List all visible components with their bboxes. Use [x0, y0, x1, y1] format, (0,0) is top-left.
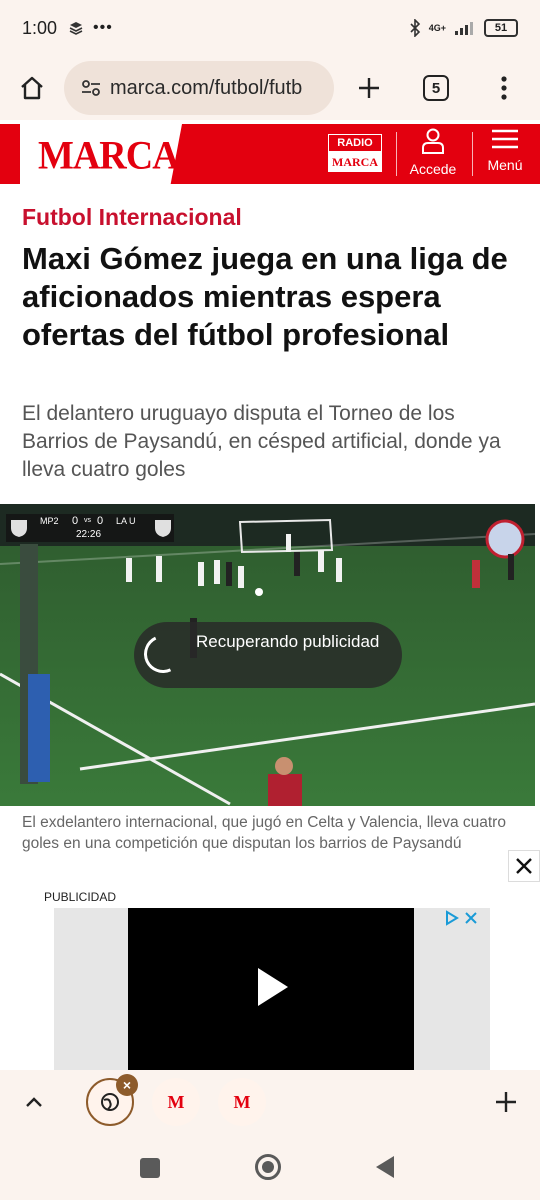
- adchoices[interactable]: [444, 910, 478, 926]
- hamburger-icon: [492, 129, 518, 149]
- login-label: Accede: [409, 161, 457, 177]
- radio-marca-label: MARCA: [328, 152, 382, 172]
- more-vert-icon: [501, 76, 507, 100]
- status-time: 1:00: [22, 17, 58, 38]
- spinner-icon: [138, 629, 188, 679]
- ad-close-icon[interactable]: [464, 911, 478, 925]
- tab-group-item[interactable]: M: [152, 1078, 200, 1126]
- new-tab-button[interactable]: [334, 56, 404, 120]
- match-clock: 22:26: [76, 529, 102, 540]
- radio-label: RADIO: [328, 134, 382, 152]
- article-headline: Maxi Gómez juega en una liga de aficiona…: [22, 241, 508, 352]
- close-icon: [516, 858, 532, 874]
- address-bar[interactable]: marca.com/futbol/futb: [64, 61, 334, 115]
- home-nav-button[interactable]: [255, 1154, 281, 1180]
- signal-icon: [455, 22, 473, 35]
- user-icon: [422, 128, 444, 154]
- plus-icon: [496, 1092, 516, 1112]
- browser-toolbar: marca.com/futbol/futb 5: [0, 56, 540, 120]
- login-button[interactable]: Accede: [400, 128, 466, 182]
- url-text: marca.com/futbol/futb: [110, 76, 303, 99]
- home-icon: [21, 76, 43, 100]
- video-player[interactable]: MP2 0 vs 0 LA U 22:26 Recuperando public…: [0, 504, 535, 806]
- tab-group-item[interactable]: M: [218, 1078, 266, 1126]
- more-notifications-icon: •••: [93, 19, 113, 36]
- adchoices-icon[interactable]: [444, 910, 460, 926]
- network-type: 4G+: [428, 22, 446, 33]
- site-header: MARCA RADIO MARCA Accede Menú: [0, 124, 540, 184]
- radio-marca-link[interactable]: RADIO MARCA: [328, 134, 382, 174]
- site-menu-button[interactable]: Menú: [476, 128, 534, 182]
- scoreboard: MP2 0 vs 0 LA U 22:26: [6, 514, 174, 542]
- system-nav-bar: [0, 1136, 540, 1200]
- plus-icon: [359, 78, 379, 98]
- browser-menu-button[interactable]: [468, 56, 540, 120]
- header-divider: [472, 132, 473, 176]
- away-team-name: LA U: [116, 516, 136, 526]
- home-score: 0: [72, 515, 79, 527]
- ad-loading-text: Recuperando publicidad: [196, 632, 380, 651]
- away-score: 0: [97, 515, 104, 527]
- ad-label: PUBLICIDAD: [44, 890, 117, 904]
- tab-strip: × M M: [0, 1070, 540, 1136]
- status-bar: 1:00 ••• 4G+ 51: [0, 0, 540, 56]
- collapse-tabs-button[interactable]: [14, 1082, 54, 1122]
- home-button[interactable]: [0, 56, 64, 120]
- play-icon[interactable]: [258, 968, 288, 1006]
- menu-label: Menú: [487, 157, 523, 173]
- home-team-name: MP2: [40, 516, 59, 526]
- marca-favicon: M: [233, 1091, 251, 1112]
- team-crest-icon: [11, 520, 27, 537]
- site-settings-icon[interactable]: [78, 79, 104, 97]
- ad-video[interactable]: [128, 908, 414, 1070]
- ad-loading-indicator: Recuperando publicidad: [134, 622, 402, 688]
- section-link[interactable]: Futbol Internacional: [22, 204, 242, 231]
- close-ad-button[interactable]: [508, 850, 540, 882]
- ad-frame[interactable]: [54, 908, 490, 1070]
- article-subtitle: El delantero uruguayo disputa el Torneo …: [22, 402, 501, 481]
- marca-logo-text: MARCA: [38, 133, 180, 179]
- layers-icon: [69, 22, 83, 35]
- tab-switcher-button[interactable]: 5: [404, 56, 468, 120]
- chevron-up-icon: [26, 1097, 42, 1107]
- globe-icon: [101, 1093, 119, 1111]
- close-tab-icon[interactable]: ×: [116, 1074, 138, 1096]
- add-tab-button[interactable]: [486, 1082, 526, 1122]
- bluetooth-icon: [410, 19, 420, 37]
- battery-icon: 51: [484, 19, 518, 37]
- score-vs: vs: [84, 517, 91, 524]
- marca-favicon: M: [167, 1091, 185, 1112]
- video-caption: El exdelantero internacional, que jugó e…: [22, 814, 506, 852]
- header-divider: [396, 132, 397, 176]
- screen: 1:00 ••• 4G+ 51 marca.com/futbol/futb 5: [0, 0, 540, 1200]
- recents-button[interactable]: [140, 1158, 160, 1178]
- back-button[interactable]: [376, 1156, 394, 1178]
- ad-panel: PUBLICIDAD: [0, 880, 540, 1070]
- team-crest-icon: [155, 520, 171, 537]
- tab-count: 5: [423, 75, 449, 101]
